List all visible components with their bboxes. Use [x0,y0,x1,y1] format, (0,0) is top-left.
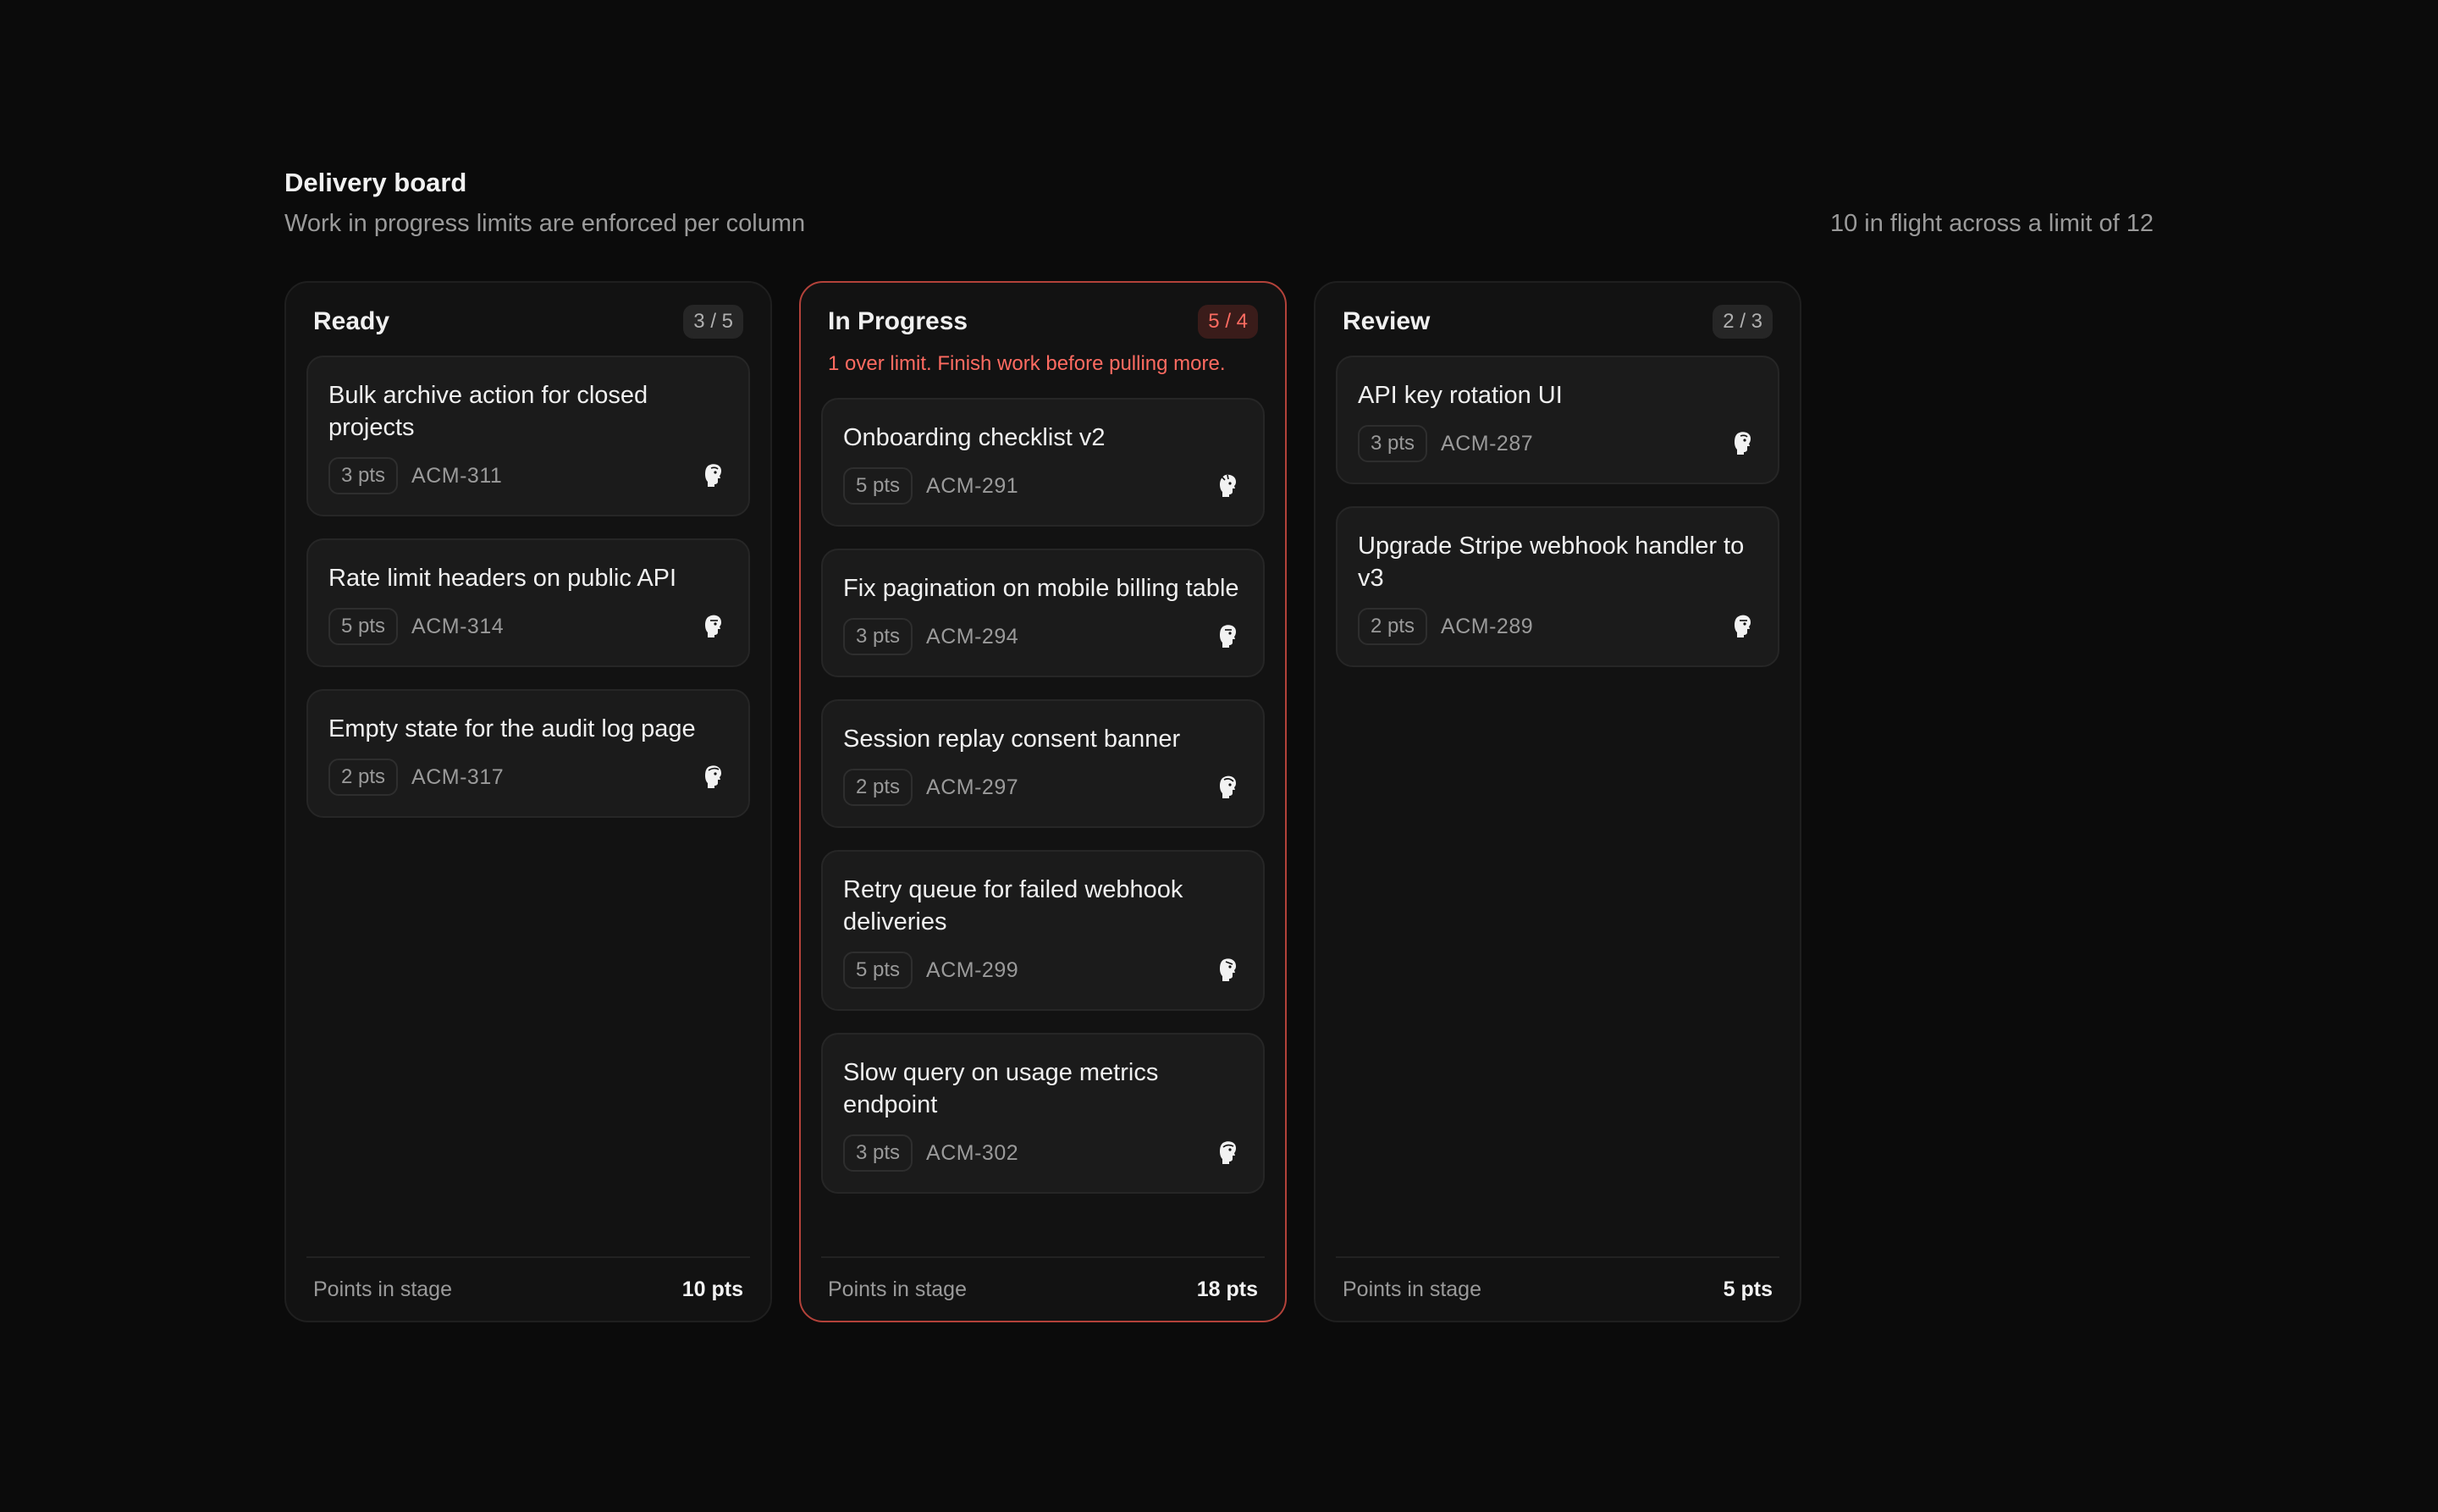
avatar-icon[interactable] [1216,1140,1243,1167]
column-title: Review [1343,307,1431,335]
card-title: Session replay consent banner [843,726,1181,753]
card-title: Empty state for the audit log page [328,715,696,742]
points-badge: 2 pts [843,769,913,806]
avatar-icon[interactable] [701,462,728,489]
issue-card[interactable]: Bulk archive action for closed projects … [306,356,750,516]
issue-card[interactable]: Session replay consent banner 2 pts ACM-… [821,699,1265,828]
issue-key[interactable]: ACM-302 [926,1141,1018,1166]
avatar-icon[interactable] [1216,957,1243,984]
column-footer: Points in stage 5 pts [1336,1256,1779,1321]
card-title: Slow query on usage metrics endpoint [843,1059,1159,1118]
issue-key[interactable]: ACM-287 [1441,432,1533,456]
column-review: Review 2 / 3 API key rotation UI 3 pts A… [1314,281,1801,1322]
card-meta: 5 pts ACM-314 [328,608,728,645]
avatar-icon[interactable] [1730,613,1757,640]
card-meta: 2 pts ACM-289 [1358,608,1757,645]
issue-card[interactable]: Slow query on usage metrics endpoint 3 p… [821,1033,1265,1194]
column-header: In Progress 5 / 4 [821,303,1265,340]
card-meta: 3 pts ACM-302 [843,1134,1243,1172]
card-title: Bulk archive action for closed projects [328,382,648,441]
wip-badge: 5 / 4 [1198,305,1258,339]
footer-points: 10 pts [681,1277,743,1301]
card-meta: 3 pts ACM-294 [843,618,1243,655]
issue-key[interactable]: ACM-317 [411,765,504,790]
avatar-icon[interactable] [1216,774,1243,801]
avatar-icon[interactable] [1216,472,1243,499]
points-badge: 2 pts [328,759,399,796]
card-meta: 5 pts ACM-299 [843,952,1243,989]
wip-summary: 10 in flight across a limit of 12 [1829,210,2154,237]
footer-points: 18 pts [1196,1277,1258,1301]
avatar-icon[interactable] [701,764,728,791]
card-title: API key rotation UI [1358,382,1563,409]
issue-key[interactable]: ACM-311 [411,464,502,488]
issue-card[interactable]: Fix pagination on mobile billing table 3… [821,549,1265,677]
issue-card[interactable]: Onboarding checklist v2 5 pts ACM-291 [821,398,1265,527]
points-badge: 2 pts [1358,608,1428,645]
card-meta: 2 pts ACM-317 [328,759,728,796]
issue-card[interactable]: Empty state for the audit log page 2 pts… [306,689,750,818]
board-header: Delivery board Work in progress limits a… [284,166,2154,242]
points-badge: 3 pts [843,618,913,655]
points-badge: 3 pts [328,457,399,494]
issue-key[interactable]: ACM-299 [926,958,1018,983]
issue-key[interactable]: ACM-314 [411,615,504,639]
column-title: In Progress [828,307,968,335]
wip-badge: 2 / 3 [1713,305,1773,339]
card-meta: 2 pts ACM-297 [843,769,1243,806]
points-badge: 5 pts [843,467,913,505]
column-in-progress: In Progress 5 / 4 1 over limit. Finish w… [799,281,1287,1322]
points-badge: 5 pts [843,952,913,989]
column-footer: Points in stage 10 pts [306,1256,750,1321]
column-header: Review 2 / 3 [1336,303,1779,340]
kanban-board: Ready 3 / 5 Bulk archive action for clos… [284,281,1801,1322]
footer-label: Points in stage [1343,1277,1481,1301]
wip-warning: 1 over limit. Finish work before pulling… [828,352,1226,375]
wip-badge: 3 / 5 [683,305,743,339]
card-title: Rate limit headers on public API [328,565,677,592]
issue-card[interactable]: API key rotation UI 3 pts ACM-287 [1336,356,1779,484]
card-meta: 3 pts ACM-311 [328,457,728,494]
points-badge: 5 pts [328,608,399,645]
issue-key[interactable]: ACM-297 [926,775,1018,800]
issue-card[interactable]: Retry queue for failed webhook deliverie… [821,850,1265,1011]
column-ready: Ready 3 / 5 Bulk archive action for clos… [284,281,772,1322]
issue-key[interactable]: ACM-294 [926,625,1018,649]
avatar-icon[interactable] [1730,430,1757,457]
card-title: Retry queue for failed webhook deliverie… [843,876,1183,935]
column-footer: Points in stage 18 pts [821,1256,1265,1321]
column-header: Ready 3 / 5 [306,303,750,340]
avatar-icon[interactable] [701,613,728,640]
card-meta: 3 pts ACM-287 [1358,425,1757,462]
card-meta: 5 pts ACM-291 [843,467,1243,505]
issue-key[interactable]: ACM-291 [926,474,1018,499]
points-badge: 3 pts [1358,425,1428,462]
card-title: Fix pagination on mobile billing table [843,575,1239,602]
footer-points: 5 pts [1723,1277,1773,1301]
column-title: Ready [313,307,390,335]
footer-label: Points in stage [828,1277,967,1301]
avatar-icon[interactable] [1216,623,1243,650]
issue-card[interactable]: Rate limit headers on public API 5 pts A… [306,538,750,667]
issue-key[interactable]: ACM-289 [1441,615,1533,639]
page-title: Delivery board [284,168,467,197]
footer-label: Points in stage [313,1277,452,1301]
card-title: Onboarding checklist v2 [843,424,1106,451]
points-badge: 3 pts [843,1134,913,1172]
issue-card[interactable]: Upgrade Stripe webhook handler to v3 2 p… [1336,506,1779,667]
card-title: Upgrade Stripe webhook handler to v3 [1358,533,1745,592]
